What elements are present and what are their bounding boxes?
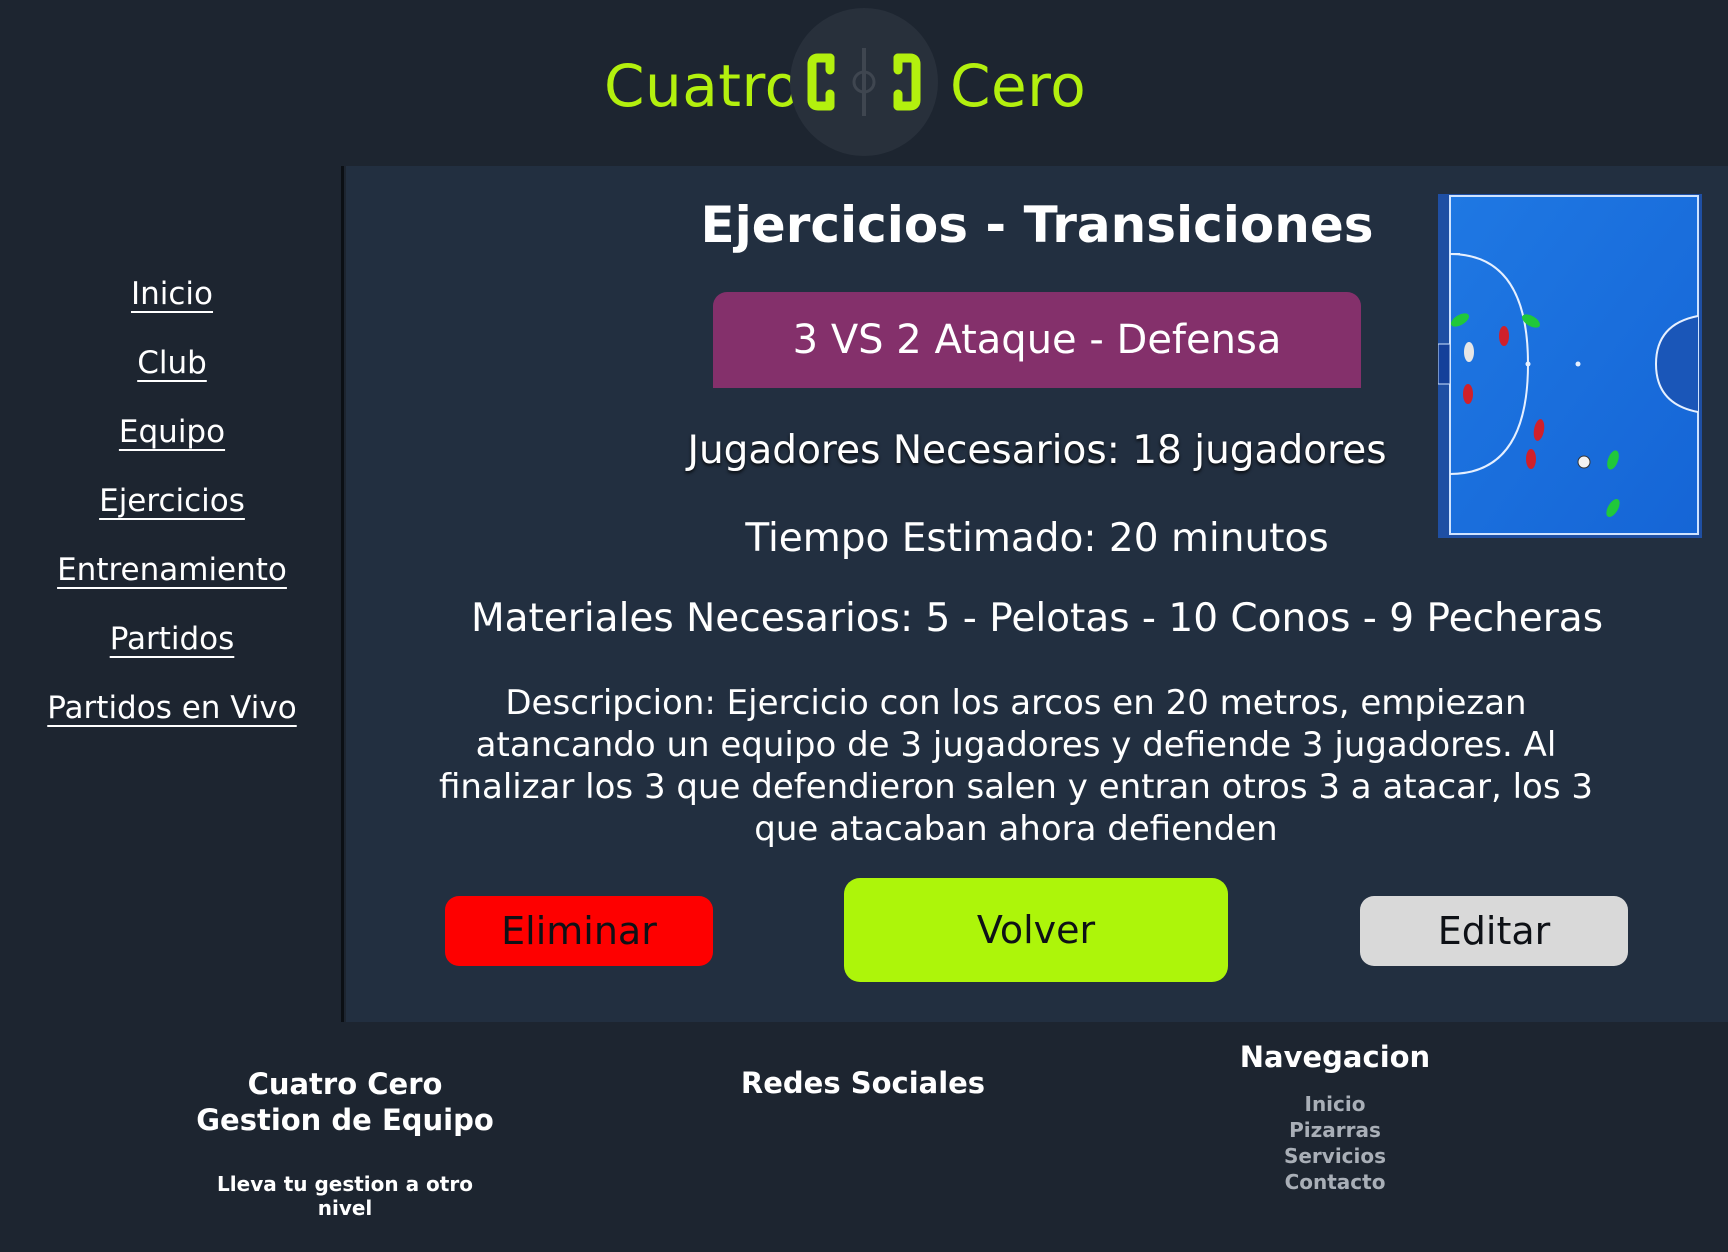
footer-nav-item-servicios[interactable]: Servicios (1190, 1144, 1480, 1168)
edit-button[interactable]: Editar (1360, 896, 1628, 966)
futsal-tactics-board-image (1437, 194, 1702, 538)
footer-social-title: Redes Sociales (740, 1066, 986, 1100)
delete-button[interactable]: Eliminar (445, 896, 713, 966)
header: Cuatro Cero (0, 0, 1728, 166)
back-button[interactable]: Volver (844, 878, 1228, 982)
sidebar-item-club[interactable]: Club (0, 345, 344, 381)
footer-tagline: Lleva tu gestion a otro nivel (217, 1172, 473, 1220)
exercise-name-banner: 3 VS 2 Ataque - Defensa (713, 292, 1361, 388)
materials-required: Materiales Necesarios: 5 - Pelotas - 10 … (470, 596, 1604, 641)
sidebar-item-label[interactable]: Ejercicios (99, 483, 245, 519)
sidebar-item-partidos-en-vivo[interactable]: Partidos en Vivo (0, 690, 344, 726)
footer-nav-item-inicio[interactable]: Inicio (1190, 1092, 1480, 1116)
footer-nav-item-pizarras[interactable]: Pizarras (1190, 1118, 1480, 1142)
exercise-description: Descripcion: Ejercicio con los arcos en … (439, 683, 1593, 849)
footer-brand-line1: Cuatro Cero (247, 1067, 443, 1101)
sidebar-item-label[interactable]: Partidos en Vivo (47, 690, 296, 726)
footer-nav-item-contacto[interactable]: Contacto (1190, 1170, 1480, 1194)
footer-brand-line2: Gestion de Equipo (196, 1103, 494, 1137)
sidebar-nav: Inicio Club Equipo Ejercicios Entrenamie… (0, 166, 344, 1022)
sidebar-item-ejercicios[interactable]: Ejercicios (0, 483, 344, 519)
sidebar-item-label[interactable]: Equipo (119, 414, 225, 450)
brand-name-left: Cuatro (604, 52, 801, 120)
sidebar-item-label[interactable]: Entrenamiento (57, 552, 287, 588)
sidebar-item-label[interactable]: Club (137, 345, 207, 381)
sidebar-item-label[interactable]: Inicio (131, 276, 213, 312)
brand-name-right: Cero (950, 52, 1087, 120)
sidebar-item-equipo[interactable]: Equipo (0, 414, 344, 450)
sidebar-item-entrenamiento[interactable]: Entrenamiento (0, 552, 344, 588)
footer: Cuatro Cero Gestion de Equipo Lleva tu g… (0, 1022, 1728, 1252)
sidebar-item-label[interactable]: Partidos (110, 621, 235, 657)
footer-nav-title: Navegacion (1239, 1040, 1431, 1074)
sidebar-item-inicio[interactable]: Inicio (0, 276, 344, 312)
sidebar-item-partidos[interactable]: Partidos (0, 621, 344, 657)
exercise-detail-panel: Ejercicios - Transiciones 3 VS 2 Ataque … (346, 166, 1728, 1022)
footer-brand: Cuatro Cero Gestion de Equipo (190, 1066, 500, 1138)
futsal-court-logo-icon[interactable] (790, 8, 938, 156)
